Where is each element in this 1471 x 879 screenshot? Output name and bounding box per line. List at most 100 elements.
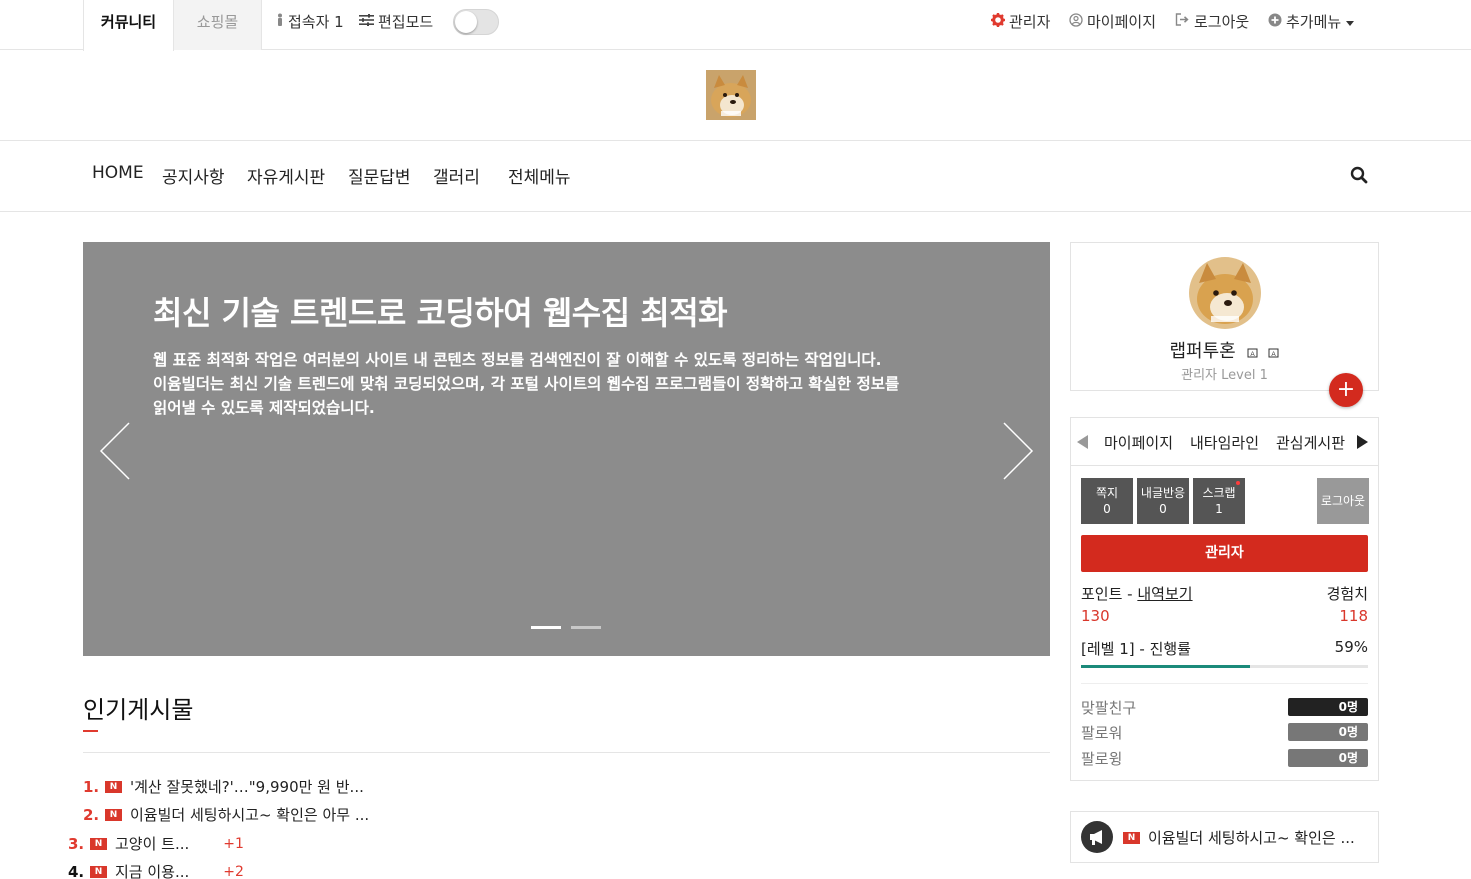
nav-notice[interactable]: 공지사항: [162, 163, 225, 188]
stat-scrap-button[interactable]: 스크랩 1: [1193, 478, 1245, 524]
post-title: '계산 잘못했네?'…"9,990만 원 반...: [130, 778, 364, 796]
admin-link[interactable]: 관리자: [991, 11, 1050, 32]
new-badge: N: [90, 837, 107, 850]
member-tab-timeline[interactable]: 내타임라인: [1190, 432, 1259, 453]
megaphone-icon: [1081, 821, 1113, 853]
level-progress-label: [레벨 1] - 진행률: [1081, 640, 1191, 658]
popular-post-item[interactable]: 2. N 이윰빌더 세팅하시고~ 확인은 아무 ...: [83, 804, 369, 825]
visitors-link[interactable]: 접속자 1: [276, 11, 344, 32]
slider-dot-active[interactable]: [531, 626, 561, 629]
toggle-knob: [455, 11, 477, 33]
plus-circle-icon: [1268, 13, 1282, 31]
edit-mode-label-wrap: 편집모드: [359, 11, 433, 32]
edit-mode-toggle[interactable]: [453, 9, 499, 35]
admin-button[interactable]: 관리자: [1081, 535, 1368, 572]
member-icon: AA: [1247, 342, 1279, 363]
exp-value: 118: [1339, 607, 1368, 625]
more-menu-dropdown[interactable]: 추가메뉴: [1268, 11, 1355, 32]
mypage-label: 마이페이지: [1087, 13, 1157, 31]
stat-value: 0: [1103, 502, 1111, 516]
stat-response-button[interactable]: 내글반응 0: [1137, 478, 1189, 524]
member-tab-fav-board[interactable]: 관심게시판: [1276, 432, 1345, 453]
member-menu-card: 마이페이지 내타임라인 관심게시판 쪽지 0 내글반응 0 스크랩 1 로그아웃…: [1070, 417, 1379, 781]
progress-fill: [1081, 665, 1251, 668]
slider-next-arrow-icon[interactable]: [1002, 422, 1034, 484]
new-badge: N: [90, 865, 107, 878]
person-icon: [276, 13, 284, 31]
new-badge: N: [105, 808, 122, 821]
svg-text:A: A: [1272, 351, 1277, 358]
notification-dot: [1236, 481, 1240, 485]
slide-desc-line: 이윰빌더는 최신 기술 트렌드에 맞춰 코딩되었으며, 각 포털 사이트의 웹수…: [153, 375, 900, 393]
slider-prev-arrow-icon[interactable]: [99, 422, 131, 484]
exp-label: 경험치: [1326, 585, 1368, 603]
profile-nickname-wrap: 랩퍼투혼 AA: [1071, 337, 1378, 363]
popular-post-item[interactable]: 1. N '계산 잘못했네?'…"9,990만 원 반...: [83, 776, 364, 797]
hero-slider[interactable]: 최신 기술 트렌드로 코딩하여 웹수집 최적화 웹 표준 최적화 작업은 여러분…: [83, 242, 1050, 656]
site-logo[interactable]: [706, 70, 756, 120]
popular-divider: [83, 752, 1050, 753]
post-rank: 1.: [83, 777, 100, 796]
nav-gallery[interactable]: 갤러리: [433, 163, 480, 188]
nav-all-menu[interactable]: 전체메뉴: [508, 163, 571, 188]
tab-shop[interactable]: 쇼핑몰: [174, 0, 262, 50]
point-history-link[interactable]: 내역보기: [1137, 585, 1192, 603]
top-bar: 커뮤니티 쇼핑몰 접속자 1 편집모드 관리자 마이페이지 로그아웃 추가메뉴: [0, 0, 1471, 51]
point-label: 포인트 -: [1081, 585, 1138, 603]
header-divider: [0, 140, 1471, 141]
mutual-friends-count: 0명: [1288, 698, 1368, 716]
nav-qna[interactable]: 질문답변: [348, 163, 411, 188]
sliders-icon: [359, 13, 374, 30]
following-count: 0명: [1288, 749, 1368, 767]
avatar[interactable]: [1189, 257, 1261, 329]
notice-title: 이윰빌더 세팅하시고~ 확인은 ...: [1148, 829, 1355, 847]
mypage-link[interactable]: 마이페이지: [1069, 11, 1156, 32]
popular-posts-title: 인기게시물: [83, 696, 194, 724]
stat-memo-button[interactable]: 쪽지 0: [1081, 478, 1133, 524]
point-row: 포인트 - 내역보기: [1081, 583, 1193, 604]
nav-divider: [0, 211, 1471, 212]
slide-desc-line: 웹 표준 최적화 작업은 여러분의 사이트 내 콘텐츠 정보를 검색엔진이 잘 …: [153, 351, 882, 369]
followers-label[interactable]: 팔로워: [1081, 722, 1122, 743]
more-menu-label: 추가메뉴: [1286, 13, 1342, 31]
post-comment-count: +2: [223, 863, 244, 879]
post-rank: 2.: [83, 805, 100, 824]
notice-ticker: N 이윰빌더 세팅하시고~ 확인은 ...: [1070, 811, 1379, 863]
stat-label: 내글반응: [1140, 486, 1186, 500]
nav-home[interactable]: HOME: [92, 163, 144, 183]
member-tab-mypage[interactable]: 마이페이지: [1104, 432, 1173, 453]
mutual-friends-label[interactable]: 맞팔친구: [1081, 697, 1136, 718]
notice-item[interactable]: N 이윰빌더 세팅하시고~ 확인은 ...: [1123, 827, 1355, 848]
divider: [1081, 683, 1368, 684]
slide-description: 웹 표준 최적화 작업은 여러분의 사이트 내 콘텐츠 정보를 검색엔진이 잘 …: [153, 348, 973, 420]
post-title: 고양이 트...: [115, 835, 190, 853]
following-label[interactable]: 팔로윙: [1081, 748, 1122, 769]
svg-text:A: A: [1251, 351, 1256, 358]
logout-button[interactable]: 로그아웃: [1317, 478, 1369, 524]
stat-value: 1: [1215, 502, 1223, 516]
popular-post-item[interactable]: 4. N 지금 이용... +2: [68, 861, 244, 879]
tabs-prev-arrow-icon[interactable]: [1077, 435, 1088, 449]
profile-nickname[interactable]: 랩퍼투혼: [1170, 341, 1236, 362]
logout-link[interactable]: 로그아웃: [1175, 11, 1249, 32]
popular-post-item[interactable]: 3. N 고양이 트... +1: [68, 833, 244, 854]
tab-community[interactable]: 커뮤니티: [83, 0, 174, 51]
new-badge: N: [1123, 831, 1140, 844]
edit-mode-label: 편집모드: [378, 13, 434, 31]
profile-card: 랩퍼투혼 AA 관리자 Level 1: [1070, 242, 1379, 391]
visitors-label: 접속자 1: [288, 13, 344, 31]
level-progress-bar: [1081, 665, 1368, 668]
title-underline: [83, 730, 98, 732]
logout-label: 로그아웃: [1194, 13, 1250, 31]
tabs-next-arrow-icon[interactable]: [1357, 435, 1368, 449]
search-icon[interactable]: [1350, 166, 1368, 188]
nav-free-board[interactable]: 자유게시판: [247, 163, 325, 188]
new-badge: N: [105, 780, 122, 793]
post-rank: 4.: [68, 862, 85, 879]
add-button[interactable]: +: [1329, 373, 1363, 407]
followers-count: 0명: [1288, 723, 1368, 741]
slider-dot[interactable]: [571, 626, 601, 629]
sign-out-icon: [1175, 13, 1190, 30]
stat-label: 쪽지: [1095, 486, 1119, 500]
stat-value: 0: [1159, 502, 1167, 516]
